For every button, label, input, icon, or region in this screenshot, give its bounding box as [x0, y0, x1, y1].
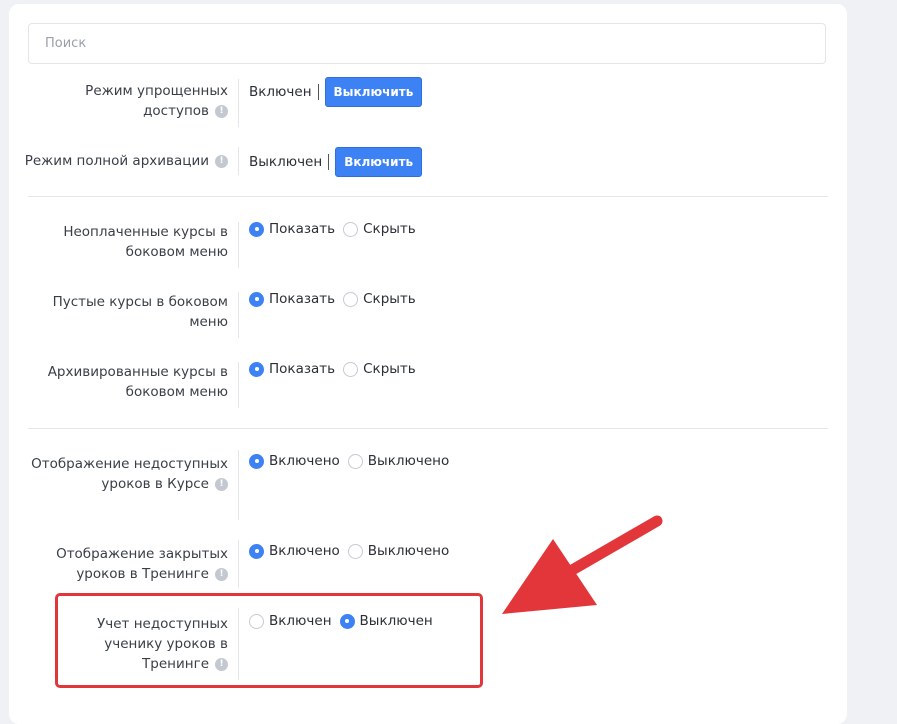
red-arrow-annotation [502, 515, 663, 614]
arrow-head [502, 539, 597, 614]
